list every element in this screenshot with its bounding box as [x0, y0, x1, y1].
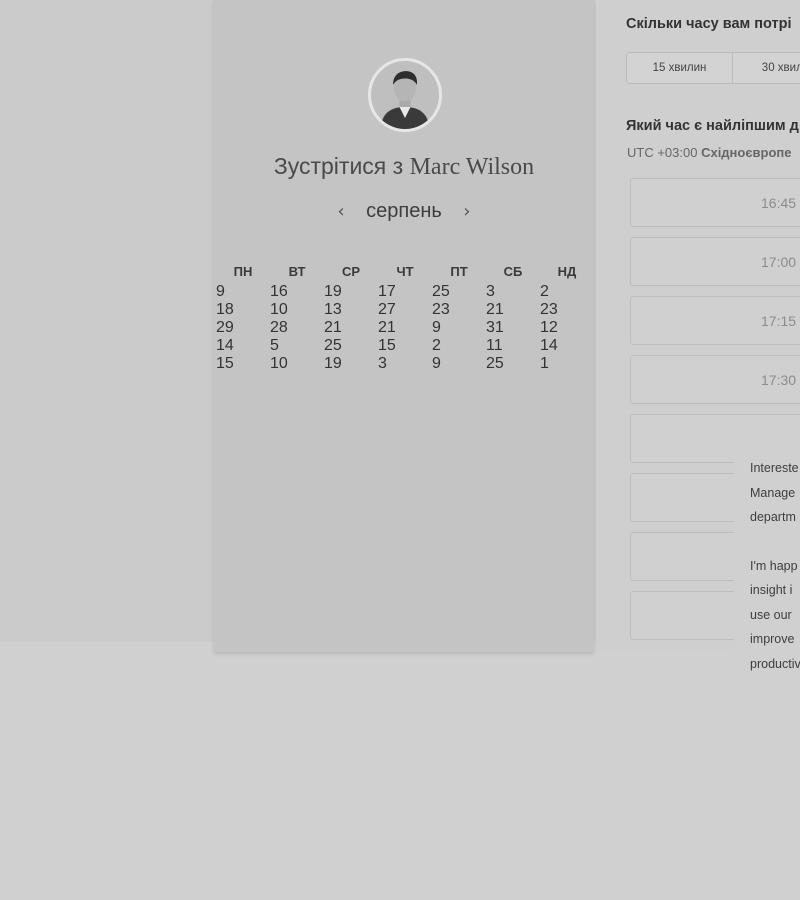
popover-line: I'm happ [750, 558, 798, 573]
calendar-day: 2 [432, 337, 441, 354]
calendar-day: 9 [216, 283, 225, 300]
calendar-day: 3 [486, 283, 495, 300]
chevron-left-icon[interactable]: ‹ [330, 201, 352, 222]
timeslot-label: 16:45 [761, 194, 797, 211]
weekday-label: НД [557, 264, 577, 279]
calendar-day: 9 [432, 355, 441, 372]
calendar-day: 5 [270, 337, 279, 354]
calendar-day: 21 [486, 301, 504, 318]
calendar-day: 2 [540, 283, 549, 300]
calendar-day: 11 [486, 337, 503, 354]
weekday-label: СР [341, 264, 361, 279]
timeslot-question: Який час є найліпшим д [626, 118, 799, 134]
calendar-day: 13 [324, 301, 342, 318]
calendar-day: 14 [540, 337, 558, 354]
booking-heading: Зустрітися з Marc Wilson [214, 153, 594, 181]
calendar-day: 16 [270, 283, 288, 300]
duration-question: Скільки часу вам потрі [626, 16, 792, 32]
popover-line: Manage [750, 485, 796, 500]
timeslot-label: 17:30 [761, 371, 797, 388]
popover-paragraph: Intereste Manage departm [750, 456, 800, 530]
timezone-offset: UTC +03:00 [627, 145, 698, 160]
calendar-day: 1 [540, 355, 549, 372]
calendar-day: 27 [378, 301, 396, 318]
month-navigation: ‹ серпень › [214, 200, 594, 223]
calendar-day: 19 [324, 355, 342, 372]
timeslot-label: 17:15 [761, 312, 797, 329]
calendar-day: 15 [216, 355, 234, 372]
calendar-day: 25 [324, 337, 342, 354]
calendar-day: 9 [432, 319, 441, 336]
calendar-weekday-header: ПН ВТ СР ЧТ ПТ СБ НД [216, 262, 594, 282]
duration-option-15[interactable]: 15 хвилин [627, 53, 733, 83]
calendar-day: 17 [378, 283, 396, 300]
weekday-label: ПТ [450, 264, 468, 279]
calendar-day: 25 [486, 355, 504, 372]
calendar-day: 29 [216, 319, 234, 336]
calendar-day: 19 [324, 283, 342, 300]
calendar-day: 31 [486, 319, 504, 336]
timeslot-button[interactable]: 17:00 [630, 237, 800, 286]
host-info-popover: Intereste Manage departm I'm happ insigh… [734, 446, 800, 686]
weekday-label: ЧТ [396, 264, 414, 279]
calendar-day: 10 [270, 301, 288, 318]
timeslot-label: 17:00 [761, 253, 797, 270]
calendar-day: 21 [324, 319, 342, 336]
popover-line: use our [750, 607, 792, 622]
person-avatar-icon [371, 61, 439, 129]
calendar-day: 21 [378, 319, 396, 336]
duration-selector: 15 хвилин 30 хвили [626, 52, 800, 84]
popover-paragraph: I'm happ insight i use our improve produ… [750, 554, 800, 677]
popover-line: improve [750, 632, 795, 646]
calendar-day: 14 [216, 337, 234, 354]
timeslot-button[interactable]: 17:15 [630, 296, 800, 345]
duration-option-30[interactable]: 30 хвили [733, 53, 800, 83]
popover-line: Intereste [750, 461, 799, 475]
timeslot-button[interactable]: 16:45 [630, 178, 800, 227]
calendar-days: 9 16 19 17 25 3 2 18 10 13 27 23 21 23 2… [216, 283, 594, 373]
chevron-right-icon[interactable]: › [456, 201, 478, 222]
popover-line: productiv [750, 656, 800, 671]
calendar-day: 23 [432, 301, 450, 318]
popover-line: departm [750, 510, 796, 524]
popover-line: insight i [750, 583, 793, 597]
calendar-day: 25 [432, 283, 450, 300]
calendar-day: 23 [540, 301, 558, 318]
calendar-day: 12 [540, 319, 558, 336]
calendar-day: 28 [270, 319, 288, 336]
timezone-label: UTC +03:00 Східноєвропе [627, 145, 792, 160]
timezone-name: Східноєвропе [701, 145, 792, 160]
host-avatar [368, 58, 442, 132]
timeslot-button[interactable]: 17:30 [630, 355, 800, 404]
calendar-day: 15 [378, 337, 396, 354]
weekday-label: СБ [503, 264, 523, 279]
heading-prefix: Зустрітися з [273, 153, 404, 179]
weekday-label: ПН [233, 264, 253, 279]
weekday-label: ВТ [288, 264, 306, 279]
calendar-day: 18 [216, 301, 234, 318]
calendar-day: 3 [378, 355, 387, 372]
host-name: Marc Wilson [409, 154, 535, 180]
calendar-day: 10 [270, 355, 288, 372]
month-label: серпень [366, 200, 442, 222]
